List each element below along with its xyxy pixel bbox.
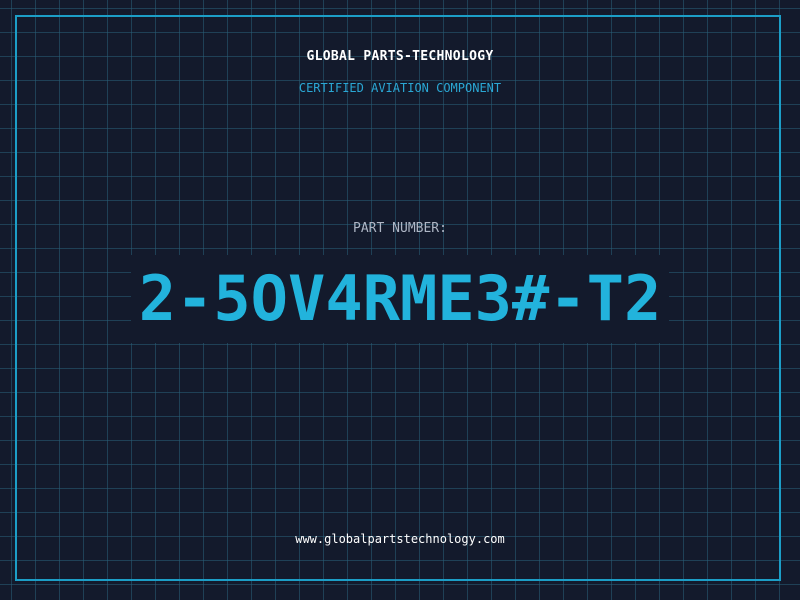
- website-url: www.globalpartstechnology.com: [295, 532, 505, 546]
- company-name: GLOBAL PARTS-TECHNOLOGY: [306, 49, 494, 64]
- part-number-value: 2-5OV4RME3#-T2: [130, 255, 670, 343]
- part-number-label: PART NUMBER:: [353, 221, 447, 236]
- part-number-container: 2-5OV4RME3#-T2: [0, 255, 800, 343]
- label-page: GLOBAL PARTS-TECHNOLOGY CERTIFIED AVIATI…: [0, 0, 800, 600]
- certification-subtitle: CERTIFIED AVIATION COMPONENT: [298, 81, 502, 95]
